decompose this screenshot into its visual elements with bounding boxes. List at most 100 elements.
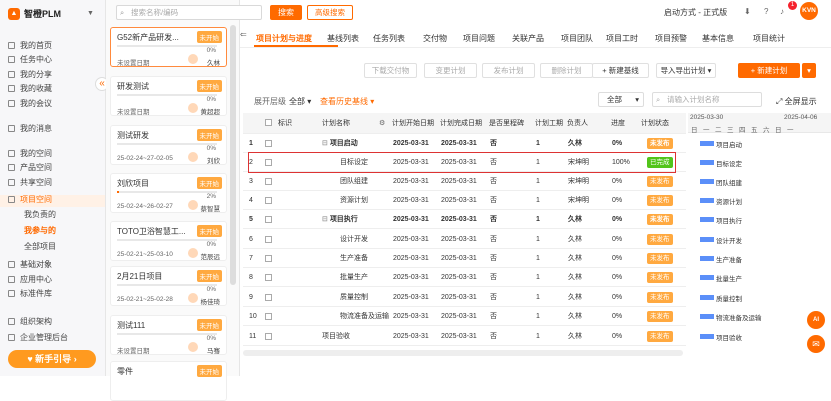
row-checkbox[interactable] <box>265 294 272 301</box>
sidebar-item[interactable]: 我的分享 <box>8 68 102 80</box>
app-logo[interactable]: ▲ 智橙PLM ▼ <box>8 7 94 20</box>
sidebar-item[interactable]: 共享空间 <box>8 176 102 188</box>
row-checkbox[interactable] <box>265 274 272 281</box>
tab[interactable]: 项目计划与进度 <box>256 33 312 44</box>
startup-mode[interactable]: 启动方式 - 正式版 <box>664 7 727 18</box>
delete-plan-button[interactable]: 删除计划 <box>540 63 593 78</box>
sidebar-item[interactable]: 组织架构 <box>8 315 102 327</box>
table-row[interactable]: 4 资源计划 2025-03-31 2025-03-31 否 1 宋坤明 0% 未发布 <box>243 191 686 210</box>
gantt-bar[interactable] <box>700 160 714 165</box>
settings-icon[interactable]: ⚙ <box>379 113 385 132</box>
tab[interactable]: 项目统计 <box>753 33 785 44</box>
advanced-search-button[interactable]: 高级搜索 <box>307 5 353 20</box>
project-card[interactable]: 研发测试 未开始 0% 未设置日期 黄超超 <box>110 76 227 116</box>
history-baseline-link[interactable]: 查看历史基线 ▾ <box>320 96 374 107</box>
gantt-bar[interactable] <box>700 141 714 146</box>
tab[interactable]: 项目团队 <box>561 33 593 44</box>
sidebar-item[interactable]: 产品空间 <box>8 161 102 173</box>
menu-toggle-icon[interactable]: ⇐ <box>240 30 247 39</box>
plan-name[interactable]: ⊟ 项目启动 <box>322 134 358 153</box>
download-deliverables-button[interactable]: 下载交付物 <box>364 63 417 78</box>
avatar[interactable]: KVN <box>800 2 818 20</box>
plan-name[interactable]: 项目验收 <box>322 327 350 346</box>
plan-name[interactable]: 生产准备 <box>340 249 368 268</box>
project-card[interactable]: 测试研发 未开始 0% 25-02-24~27-02-05 刘欣 <box>110 125 227 165</box>
chat-icon[interactable]: ✉ <box>807 335 825 353</box>
gantt-bar[interactable] <box>700 237 714 242</box>
tab[interactable]: 关联产品 <box>512 33 544 44</box>
plan-name[interactable]: 资源计划 <box>340 191 368 210</box>
sidebar-subitem[interactable]: 我参与的 <box>24 225 56 236</box>
table-row[interactable]: 10 物流准备及运输 2025-03-31 2025-03-31 否 1 久林 0% 未发布 <box>243 307 686 326</box>
publish-plan-button[interactable]: 发布计划 <box>482 63 535 78</box>
project-card[interactable]: 零件 未开始 <box>110 361 227 401</box>
sidebar-item[interactable]: 我的消息 <box>8 122 102 134</box>
table-row[interactable]: 1 ⊟ 项目启动 2025-03-31 2025-03-31 否 1 久林 0% 未发布 <box>243 134 686 153</box>
row-checkbox[interactable] <box>265 197 272 204</box>
project-card[interactable]: 刘欣项目 未开始 2% 25-02-24~26-02-27 蔡智慧 <box>110 173 227 213</box>
gantt-bar[interactable] <box>700 217 714 222</box>
tab[interactable]: 交付物 <box>423 33 447 44</box>
row-checkbox[interactable] <box>265 333 272 340</box>
project-card[interactable]: 2月21日项目 未开始 0% 25-02-21~25-02-28 杨佳琦 <box>110 266 227 306</box>
gantt-bar[interactable] <box>700 295 714 300</box>
new-plan-button[interactable]: + 新建计划 <box>738 63 800 78</box>
ai-assistant-icon[interactable]: AI <box>807 311 825 329</box>
table-row[interactable]: 5 ⊟ 项目执行 2025-03-31 2025-03-31 否 1 久林 0% 未发布 <box>243 210 686 229</box>
table-row[interactable]: 3 团队组建 2025-03-31 2025-03-31 否 1 宋坤明 0% 未发布 <box>243 172 686 191</box>
plan-name[interactable]: 设计开发 <box>340 230 368 249</box>
chevron-down-icon[interactable]: ▼ <box>87 10 94 17</box>
expand-icon[interactable]: ⊟ <box>322 216 330 223</box>
expand-level-select[interactable]: 全部 ▾ <box>289 96 311 107</box>
help-icon[interactable]: ? <box>764 7 768 16</box>
horizontal-scrollbar[interactable] <box>243 350 683 356</box>
gantt-bar[interactable] <box>700 314 714 319</box>
status-filter-select[interactable]: 全部 ▾ <box>598 92 644 107</box>
expand-icon[interactable]: ⊟ <box>322 140 330 147</box>
row-checkbox[interactable] <box>265 216 272 223</box>
row-checkbox[interactable] <box>265 255 272 262</box>
search-input[interactable]: ⌕ 搜索名称/编码 <box>116 5 262 20</box>
tab[interactable]: 任务列表 <box>373 33 405 44</box>
sidebar-item[interactable]: 我的会议 <box>8 97 102 109</box>
tab[interactable]: 项目工时 <box>606 33 638 44</box>
project-card[interactable]: G52新产品研发... 未开始 0% 未设置日期 久林 <box>110 27 227 67</box>
tab[interactable]: 项目预警 <box>655 33 687 44</box>
sidebar-subitem[interactable]: 我负责的 <box>24 209 56 220</box>
sidebar-item[interactable]: 我的首页 <box>8 39 102 51</box>
tab[interactable]: 基本信息 <box>702 33 734 44</box>
plan-search-input[interactable]: ⌕ 请输入计划名称 <box>652 92 762 107</box>
table-row[interactable]: 7 生产准备 2025-03-31 2025-03-31 否 1 久林 0% 未发布 <box>243 249 686 268</box>
plan-name[interactable]: 批量生产 <box>340 268 368 287</box>
plan-name[interactable]: ⊟ 项目执行 <box>322 210 358 229</box>
row-checkbox[interactable] <box>265 178 272 185</box>
gantt-bar[interactable] <box>700 198 714 203</box>
new-plan-dropdown[interactable]: ▾ <box>802 63 816 78</box>
new-baseline-button[interactable]: + 新建基线 <box>592 63 649 78</box>
plan-name[interactable]: 质量控制 <box>340 288 368 307</box>
sidebar-item[interactable]: 企业管理后台 <box>8 331 102 343</box>
bell-icon[interactable]: ♪ <box>780 7 784 16</box>
gantt-bar[interactable] <box>700 256 714 261</box>
table-row[interactable]: 6 设计开发 2025-03-31 2025-03-31 否 1 久林 0% 未发布 <box>243 230 686 249</box>
search-button[interactable]: 搜索 <box>270 5 302 20</box>
row-checkbox[interactable] <box>265 313 272 320</box>
import-export-button[interactable]: 导入导出计划 ▾ <box>656 63 716 78</box>
change-plan-button[interactable]: 变更计划 <box>424 63 477 78</box>
download-icon[interactable]: ⬇ <box>744 7 751 16</box>
sidebar-item[interactable]: 应用中心 <box>8 273 102 285</box>
gantt-bar[interactable] <box>700 179 714 184</box>
sidebar-subitem[interactable]: 全部项目 <box>24 241 56 252</box>
tab[interactable]: 基线列表 <box>327 33 359 44</box>
sidebar-item[interactable]: 我的空间 <box>8 147 102 159</box>
sidebar-item[interactable]: 标准件库 <box>8 287 102 299</box>
sidebar-item[interactable]: 任务中心 <box>8 53 102 65</box>
guide-button[interactable]: ♥ 新手引导 › <box>8 350 96 368</box>
plan-name[interactable]: 团队组建 <box>340 172 368 191</box>
gantt-bar[interactable] <box>700 334 714 339</box>
table-row[interactable]: 11 项目验收 2025-03-31 2025-03-31 否 1 久林 0% 未发布 <box>243 327 686 346</box>
project-card[interactable]: TOTO卫浴智慧工... 未开始 0% 25-02-21~25-03-10 范辰远 <box>110 221 227 261</box>
plan-name[interactable]: 物流准备及运输 <box>340 307 389 326</box>
select-all-checkbox[interactable] <box>265 119 272 126</box>
scrollbar[interactable] <box>230 25 236 285</box>
